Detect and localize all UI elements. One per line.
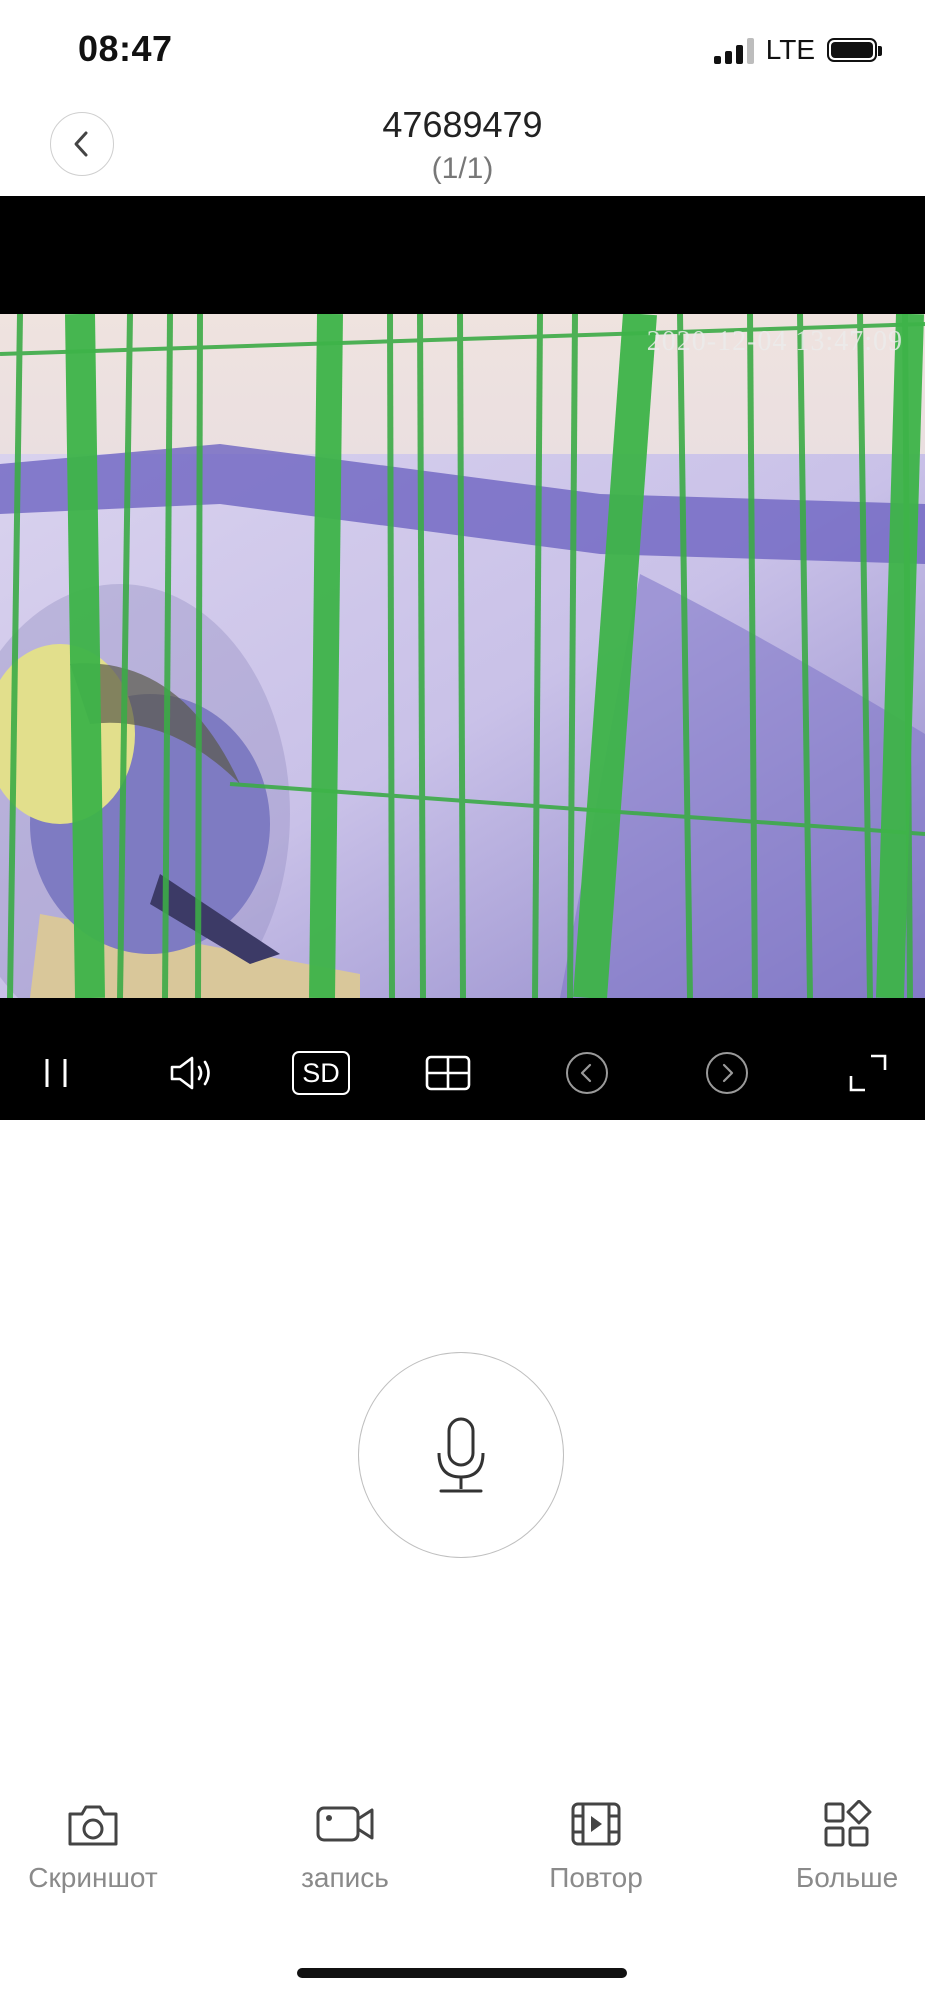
quality-label: SD <box>302 1057 340 1088</box>
film-icon <box>571 1802 621 1846</box>
pause-button[interactable] <box>30 1048 82 1098</box>
quality-button[interactable]: SD <box>290 1048 352 1098</box>
home-indicator[interactable] <box>297 1968 627 1978</box>
chevron-right-circle-icon <box>706 1052 748 1094</box>
tab-playback[interactable]: Повтор <box>496 1800 696 1894</box>
tab-playback-label: Повтор <box>549 1862 643 1893</box>
volume-button[interactable] <box>166 1048 222 1098</box>
tab-more-label: Больше <box>795 1862 899 1893</box>
tab-more[interactable]: Больше <box>747 1800 925 1894</box>
split-view-button[interactable] <box>422 1048 474 1098</box>
volume-icon <box>170 1056 210 1090</box>
camera-icon <box>68 1805 118 1846</box>
fullscreen-button[interactable] <box>845 1048 891 1098</box>
quality-badge: SD <box>292 1051 350 1095</box>
video-player[interactable]: 2020-12-04 13:47:09 SD <box>0 196 925 1120</box>
previous-button[interactable] <box>563 1048 611 1098</box>
signal-icon <box>713 36 754 64</box>
status-bar: 08:47 LTE <box>0 0 925 100</box>
pause-icon <box>45 1059 67 1087</box>
status-icons: LTE <box>713 34 882 66</box>
camera-feed[interactable]: 2020-12-04 13:47:09 <box>0 314 925 998</box>
apps-icon <box>824 1800 872 1847</box>
page-counter: (1/1) <box>431 152 494 185</box>
chevron-left-circle-icon <box>566 1052 608 1094</box>
page-title: 47689479 <box>382 104 543 145</box>
nav-header: 47689479 (1/1) <box>0 100 925 196</box>
tab-record-label: запись <box>301 1862 389 1893</box>
grid-icon <box>425 1055 471 1091</box>
battery-icon <box>827 38 882 62</box>
fullscreen-icon <box>849 1054 887 1092</box>
player-controls: SD <box>0 1048 925 1098</box>
bottom-tab-bar: Скриншот запись Повтор Больше <box>0 1800 925 1910</box>
network-type: LTE <box>765 34 815 65</box>
tab-record[interactable]: запись <box>245 1800 445 1894</box>
tab-screenshot-label: Скриншот <box>28 1862 158 1893</box>
status-time: 08:47 <box>78 28 173 69</box>
video-camera-icon <box>316 1806 374 1842</box>
microphone-icon <box>437 1417 485 1493</box>
next-button[interactable] <box>703 1048 751 1098</box>
video-timestamp: 2020-12-04 13:47:09 <box>646 326 903 357</box>
tab-screenshot[interactable]: Скриншот <box>0 1800 193 1894</box>
camera-feed-image <box>0 314 925 998</box>
talk-button[interactable] <box>358 1352 564 1558</box>
